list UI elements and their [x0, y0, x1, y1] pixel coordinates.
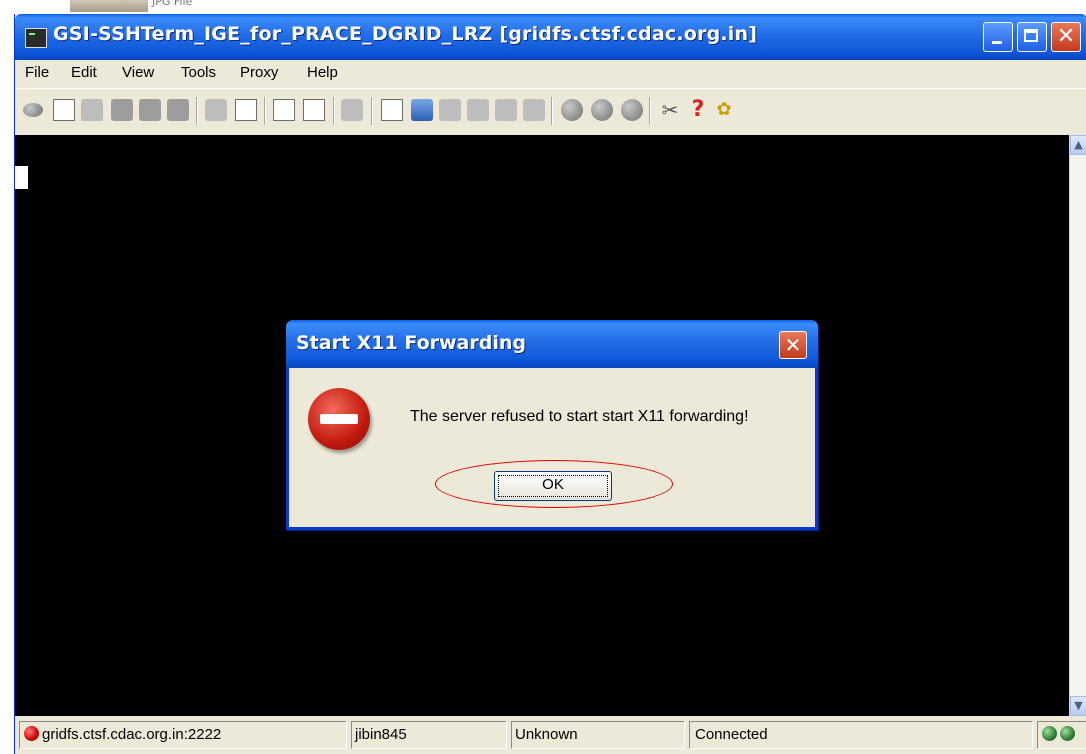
host-status-led-icon — [24, 726, 39, 742]
status-bar: gridfs.ctsf.cdac.org.in:2222 jibin845 Un… — [15, 718, 1086, 754]
copy-icon[interactable] — [273, 99, 295, 121]
tunnel-icon[interactable] — [467, 99, 489, 121]
error-icon — [308, 388, 370, 450]
file-thumbnail — [70, 0, 148, 12]
toolbar-separator — [551, 97, 553, 125]
menu-edit[interactable]: Edit — [71, 64, 97, 81]
menu-tools[interactable]: Tools — [181, 64, 216, 81]
toolbar-separator — [649, 97, 651, 125]
menu-bar: File Edit View Tools Proxy Help — [15, 60, 1086, 86]
print-icon[interactable] — [139, 99, 161, 121]
gray-circle-icon[interactable] — [591, 99, 613, 121]
scroll-down-icon[interactable]: ▼ — [1070, 696, 1086, 716]
key-icon[interactable] — [381, 99, 403, 121]
tools-icon[interactable]: ✂ — [659, 99, 681, 121]
file-label: JPG File — [152, 0, 193, 8]
vertical-scrollbar[interactable]: ▲ ▼ — [1069, 135, 1086, 716]
status-host: gridfs.ctsf.cdac.org.in:2222 — [19, 721, 347, 749]
rx-led-icon — [1060, 726, 1075, 742]
minimize-button[interactable] — [983, 22, 1013, 52]
clear-screen-icon[interactable] — [341, 99, 363, 121]
window-title: GSI-SSHTerm_IGE_for_PRACE_DGRID_LRZ [gri… — [53, 23, 758, 45]
tx-led-icon — [1042, 726, 1057, 742]
gray-circle-icon[interactable] — [561, 99, 583, 121]
help-icon[interactable]: ? — [687, 99, 709, 121]
terminal-cursor — [15, 166, 28, 189]
open-icon[interactable] — [53, 99, 75, 121]
close-button[interactable]: ✕ — [1051, 22, 1081, 52]
proxy-icon[interactable] — [411, 99, 433, 121]
status-indicators — [1037, 721, 1086, 749]
save-icon[interactable] — [111, 99, 133, 121]
toolbar-separator — [333, 97, 335, 125]
dialog-titlebar[interactable]: Start X11 Forwarding ✕ — [286, 320, 818, 368]
toolbar-separator — [196, 97, 198, 125]
close-icon: ✕ — [1056, 24, 1076, 49]
menu-file[interactable]: File — [25, 64, 49, 81]
disconnect-icon[interactable] — [81, 99, 103, 121]
toolbar-separator — [264, 97, 266, 125]
dialog-message: The server refused to start start X11 fo… — [410, 408, 749, 425]
x11-forwarding-dialog: Start X11 Forwarding ✕ The server refuse… — [286, 320, 818, 530]
maximize-button[interactable] — [1017, 22, 1047, 52]
minimize-icon — [992, 41, 1002, 44]
network-icon[interactable] — [439, 99, 461, 121]
error-icon-bar — [320, 414, 358, 424]
grid-icon[interactable]: ✿ — [713, 99, 735, 121]
scroll-up-icon[interactable]: ▲ — [1070, 135, 1086, 155]
dialog-title: Start X11 Forwarding — [296, 332, 526, 354]
window-titlebar[interactable]: GSI-SSHTerm_IGE_for_PRACE_DGRID_LRZ [gri… — [15, 14, 1086, 60]
maximize-icon — [1024, 29, 1038, 42]
terminal-app-icon — [25, 28, 47, 48]
ok-button[interactable]: OK — [494, 471, 612, 501]
connection-settings-icon[interactable] — [205, 99, 227, 121]
dialog-close-button[interactable]: ✕ — [779, 331, 807, 359]
save-output-icon[interactable] — [167, 99, 189, 121]
toolbar-separator — [371, 97, 373, 125]
toolbar: ✂ ? ✿ — [15, 88, 1086, 136]
properties-icon[interactable] — [235, 99, 257, 121]
connect-icon[interactable] — [23, 103, 43, 117]
menu-view[interactable]: View — [122, 64, 154, 81]
paste-icon[interactable] — [303, 99, 325, 121]
status-state: Unknown — [511, 721, 685, 749]
record-icon[interactable] — [495, 99, 517, 121]
playback-icon[interactable] — [523, 99, 545, 121]
menu-help[interactable]: Help — [307, 64, 338, 81]
status-user: jibin845 — [351, 721, 507, 749]
status-host-text: gridfs.ctsf.cdac.org.in:2222 — [42, 726, 222, 743]
status-connection: Connected — [689, 721, 1033, 749]
close-icon: ✕ — [784, 333, 802, 357]
menu-proxy[interactable]: Proxy — [240, 64, 278, 81]
gray-circle-icon[interactable] — [621, 99, 643, 121]
